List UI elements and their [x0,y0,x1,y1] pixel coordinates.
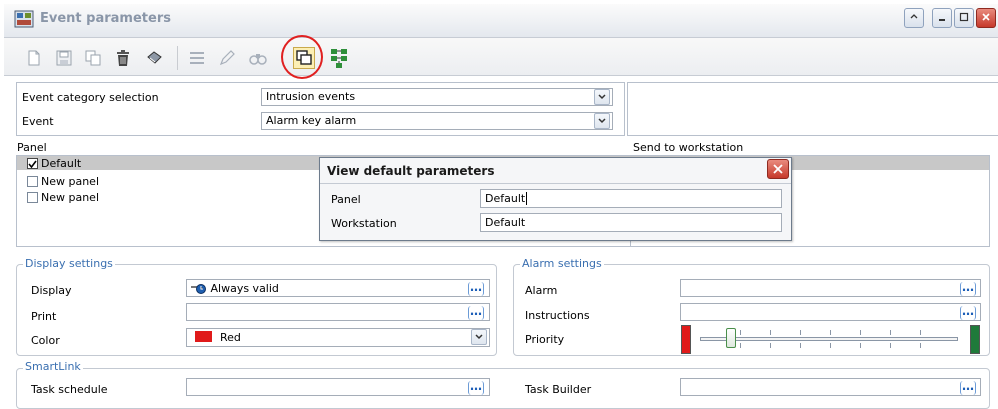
slider-tick [860,343,861,348]
priority-slider-thumb[interactable] [725,328,736,348]
task-builder-browse-button[interactable]: … [960,380,976,395]
slider-tick [740,343,741,348]
dialog-workstation-value: Default [485,216,526,229]
slider-tick [800,330,801,335]
close-button[interactable] [976,8,996,28]
copy-icon[interactable] [84,49,102,67]
list-icon[interactable] [188,49,206,67]
event-select[interactable]: Alarm key alarm [261,112,613,130]
slider-tick [800,343,801,348]
slider-tick [920,330,921,335]
find-icon[interactable] [249,49,267,67]
dialog-workstation-input[interactable]: Default [480,213,782,232]
app-icon [14,10,34,28]
slider-tick [920,343,921,348]
slider-tick [890,343,891,348]
dialog-separator [320,183,791,184]
color-value: Red [220,331,241,344]
dialog-panel-value: Default [485,192,526,205]
instructions-browse-button[interactable]: … [960,305,976,320]
close-icon [773,164,783,174]
event-label: Event [22,115,54,128]
dialog-panel-input[interactable]: Default [480,189,782,208]
color-label: Color [31,334,60,347]
panel-checkbox-new-1[interactable] [27,176,38,187]
view-default-parameters-button[interactable] [293,47,315,69]
print-icon[interactable] [145,49,163,67]
smartlink-legend: SmartLink [23,360,83,373]
print-browse-button[interactable]: … [468,305,484,320]
category-select[interactable]: Intrusion events [261,88,613,106]
task-builder-field[interactable] [680,378,981,396]
checkmark-icon [28,160,37,169]
display-field[interactable]: Always valid [186,279,490,297]
priority-low-marker [681,325,691,354]
display-label: Display [31,284,72,297]
print-field[interactable] [186,303,490,321]
task-schedule-field[interactable] [186,378,490,396]
instructions-field[interactable] [680,303,981,321]
dialog-panel-label: Panel [331,193,361,206]
category-dropdown-button[interactable] [594,89,610,105]
panel-checkbox-new-2[interactable] [27,192,38,203]
panel-header: Panel [17,141,47,154]
alarm-label: Alarm [525,284,558,297]
collapse-button[interactable] [904,8,924,28]
alarm-field[interactable] [680,279,981,297]
maximize-button[interactable] [954,8,974,28]
event-dropdown-button[interactable] [594,113,610,129]
slider-tick [890,330,891,335]
workstation-header: Send to workstation [633,141,744,154]
dialog-workstation-label: Workstation [331,217,397,230]
save-icon[interactable] [55,49,73,67]
task-builder-label: Task Builder [525,383,592,396]
dialog-title: View default parameters [327,164,495,178]
alarm-browse-button[interactable]: … [960,281,976,296]
slider-tick [770,330,771,335]
chevron-down-icon [598,118,606,124]
window-title: Event parameters [40,11,171,26]
slider-tick [830,343,831,348]
task-schedule-label: Task schedule [31,383,108,396]
new-icon[interactable] [25,49,43,67]
color-swatch [195,331,212,342]
category-value: Intrusion events [266,90,356,103]
slider-tick [740,330,741,335]
print-label: Print [31,310,57,323]
panel-checkbox-default[interactable] [27,158,38,169]
panel-item-label: New panel [41,175,100,188]
category-label: Event category selection [22,91,159,104]
chevron-down-icon [598,94,606,100]
network-icon[interactable] [329,47,349,69]
slider-tick [770,343,771,348]
slider-tick [860,330,861,335]
toolbar-separator [177,46,178,70]
task-schedule-browse-button[interactable]: … [468,380,484,395]
edit-icon[interactable] [218,49,236,67]
chevron-down-icon [475,334,483,340]
display-settings-legend: Display settings [23,257,115,270]
display-browse-button[interactable]: … [468,281,484,296]
alarm-settings-legend: Alarm settings [520,257,604,270]
schedule-icon [191,284,206,294]
minimize-button[interactable] [932,8,952,28]
delete-icon[interactable] [114,49,132,67]
priority-label: Priority [525,333,565,346]
dialog-close-button[interactable] [767,159,789,179]
panel-item-label: New panel [41,191,100,204]
view-default-parameters-icon [296,50,312,65]
color-dropdown-button[interactable] [471,329,487,345]
slider-tick [830,330,831,335]
event-value: Alarm key alarm [266,114,357,127]
instructions-label: Instructions [525,309,590,322]
event-selection-side-box [627,82,998,136]
display-value: Always valid [210,282,279,295]
panel-item-label: Default [41,157,82,170]
priority-slider-track [700,337,958,341]
color-select[interactable]: Red [186,328,490,347]
priority-high-marker [970,325,980,354]
